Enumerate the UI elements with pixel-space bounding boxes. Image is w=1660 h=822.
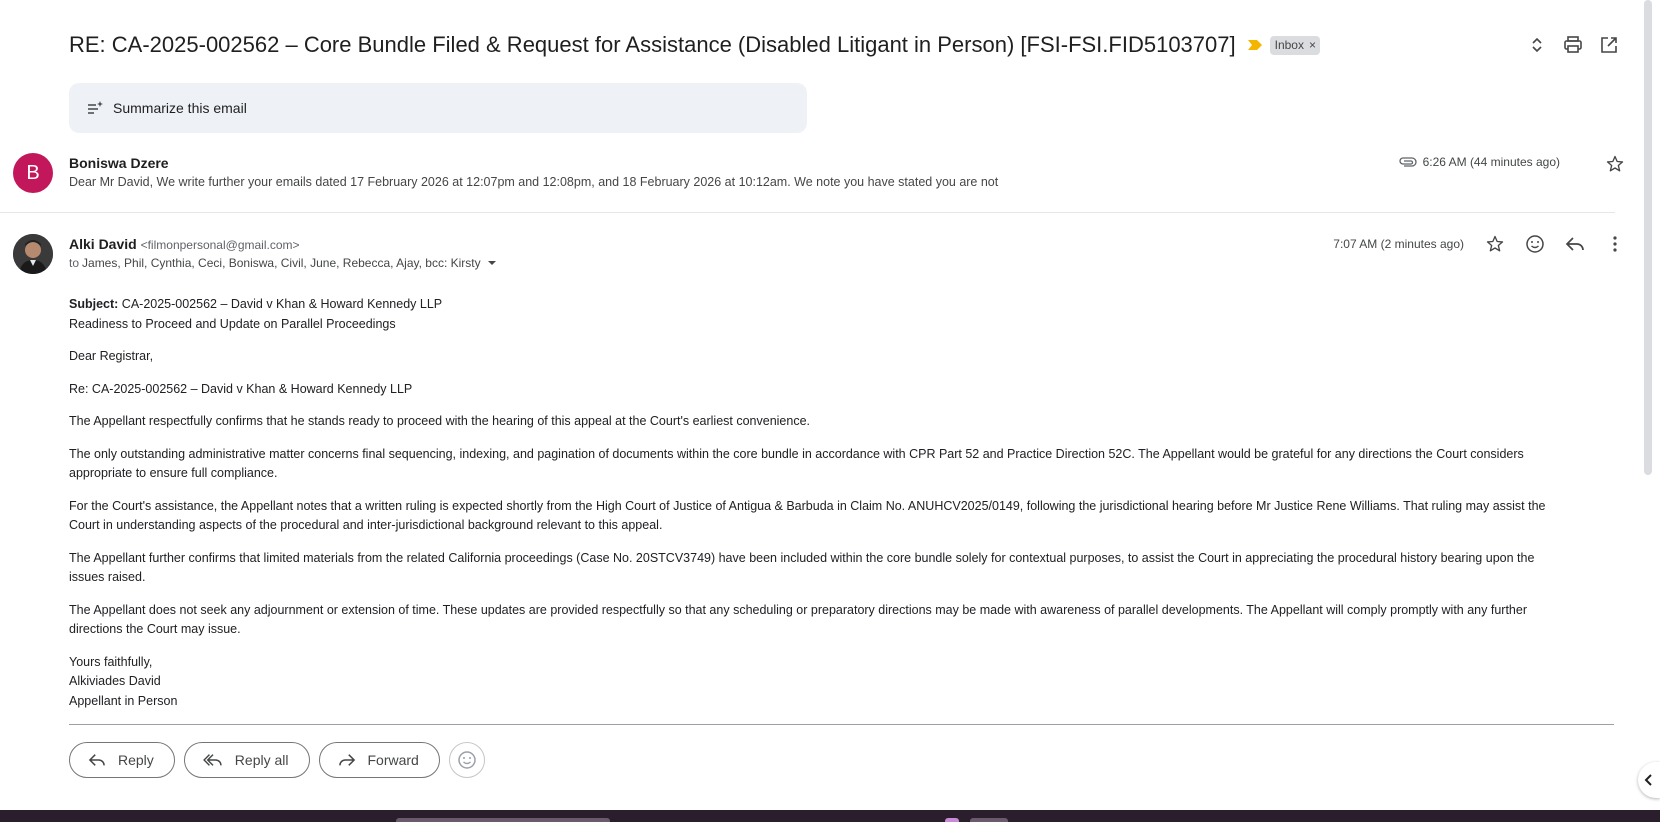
forward-icon <box>338 754 355 766</box>
taskbar-item[interactable] <box>945 818 959 822</box>
reply-actions: Reply Reply all Forward <box>69 742 485 778</box>
reply-button[interactable]: Reply <box>69 742 175 778</box>
star-icon[interactable] <box>1604 153 1626 175</box>
attachment-icon <box>1399 157 1417 167</box>
email-subject: RE: CA-2025-002562 – Core Bundle Filed &… <box>69 32 1236 57</box>
scrollbar[interactable] <box>1644 0 1652 475</box>
body-paragraph: The only outstanding administrative matt… <box>69 445 1619 484</box>
summarize-email-button[interactable]: Summarize this email <box>69 83 807 133</box>
avatar[interactable] <box>13 234 53 274</box>
forward-label: Forward <box>367 752 419 768</box>
reply-icon[interactable] <box>1564 233 1586 255</box>
body-subject-label: Subject: <box>69 297 119 311</box>
thread-actions <box>1526 34 1620 56</box>
message-divider <box>0 212 1615 213</box>
avatar[interactable]: B <box>13 153 53 193</box>
taskbar-item[interactable] <box>396 818 610 822</box>
body-subject-text: CA-2025-002562 – David v Khan & Howard K… <box>118 297 443 311</box>
reply-icon <box>88 754 105 766</box>
sender-line: Alki David <filmonpersonal@gmail.com> <box>69 236 300 252</box>
recipients-line[interactable]: to James, Phil, Cynthia, Ceci, Boniswa, … <box>69 256 499 270</box>
recipients-list: James, Phil, Cynthia, Ceci, Boniswa, Civ… <box>82 256 481 270</box>
to-prefix: to <box>69 256 80 270</box>
reply-all-label: Reply all <box>234 752 289 768</box>
body-line: appropriate to ensure full compliance. <box>69 466 278 480</box>
body-closing: Yours faithfully, <box>69 654 153 669</box>
body-line: issues raised. <box>69 570 146 584</box>
sender-email: <filmonpersonal@gmail.com> <box>140 238 300 252</box>
message-snippet[interactable]: Dear Mr David, We write further your ema… <box>69 175 998 189</box>
body-signature-name: Alkiviades David <box>69 674 161 688</box>
body-re-line: Re: CA-2025-002562 – David v Khan & Howa… <box>69 381 413 396</box>
body-paragraph: The Appellant does not seek any adjournm… <box>69 601 1619 640</box>
expand-all-icon[interactable] <box>1526 34 1548 56</box>
body-line: The Appellant does not seek any adjournm… <box>69 602 1527 617</box>
taskbar <box>0 810 1660 822</box>
body-paragraph: The Appellant further confirms that limi… <box>69 549 1619 588</box>
inbox-label-text: Inbox <box>1274 37 1304 52</box>
add-reaction-icon[interactable] <box>448 742 485 778</box>
avatar-letter: B <box>26 161 40 184</box>
body-line: The Appellant further confirms that limi… <box>69 550 1535 565</box>
print-icon[interactable] <box>1562 34 1584 56</box>
show-details-icon[interactable] <box>485 258 499 268</box>
taskbar-item[interactable] <box>970 818 1008 822</box>
body-subject-line2: Readiness to Proceed and Update on Paral… <box>69 316 396 331</box>
body-signature-title: Appellant in Person <box>69 693 178 708</box>
summarize-icon <box>88 101 103 114</box>
body-paragraph: For the Court's assistance, the Appellan… <box>69 497 1619 536</box>
message-body: Subject: CA-2025-002562 – David v Khan &… <box>69 295 1619 711</box>
remove-label-icon[interactable]: × <box>1309 38 1316 52</box>
inbox-label-badge: Inbox × <box>1269 35 1320 55</box>
reply-label: Reply <box>118 752 154 768</box>
reply-all-icon <box>202 754 222 766</box>
chevron-left-icon <box>1644 774 1652 786</box>
subject-row: RE: CA-2025-002562 – Core Bundle Filed &… <box>69 30 1620 60</box>
sender-name[interactable]: Boniswa Dzere <box>69 155 169 171</box>
star-icon[interactable] <box>1484 233 1506 255</box>
message-time-text: 6:26 AM (44 minutes ago) <box>1422 155 1560 169</box>
more-options-icon[interactable] <box>1604 233 1626 255</box>
body-salutation: Dear Registrar, <box>69 349 154 363</box>
message-time: 6:26 AM (44 minutes ago) <box>1399 155 1560 169</box>
body-paragraph: The Appellant respectfully confirms that… <box>69 414 811 428</box>
message-actions: 7:07 AM (2 minutes ago) <box>1333 233 1626 255</box>
open-in-new-window-icon[interactable] <box>1598 34 1620 56</box>
body-divider <box>69 724 1614 725</box>
add-reaction-icon[interactable] <box>1524 233 1546 255</box>
summarize-label: Summarize this email <box>113 100 247 116</box>
body-line: For the Court's assistance, the Appellan… <box>69 498 1546 513</box>
body-line: directions the Court may issue. <box>69 622 241 636</box>
forward-button[interactable]: Forward <box>318 742 440 778</box>
sender-name[interactable]: Alki David <box>69 236 137 252</box>
body-line: The only outstanding administrative matt… <box>69 446 1524 461</box>
body-line: Court in understanding aspects of the pr… <box>69 518 663 532</box>
reply-all-button[interactable]: Reply all <box>183 742 310 778</box>
importance-marker-icon[interactable] <box>1247 40 1262 50</box>
side-panel-toggle[interactable] <box>1638 762 1660 798</box>
message-time: 7:07 AM (2 minutes ago) <box>1333 237 1464 251</box>
